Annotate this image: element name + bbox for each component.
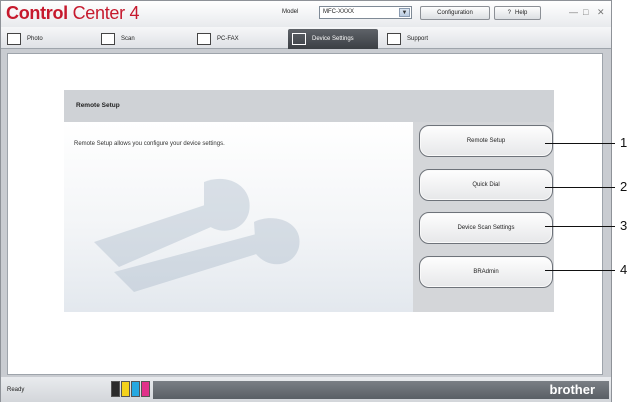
chevron-down-icon[interactable]: ▼ bbox=[399, 8, 410, 17]
tab-support-label: Support bbox=[407, 36, 429, 42]
tab-pc-fax[interactable]: PC-FAX bbox=[193, 29, 279, 49]
bradmin-label: BRAdmin bbox=[473, 269, 499, 275]
title-bar: Control Center 4 Model MFC-XXXX ▼ Config… bbox=[1, 1, 611, 27]
screenshot-stage: Control Center 4 Model MFC-XXXX ▼ Config… bbox=[0, 0, 631, 402]
section-description: Remote Setup allows you configure your d… bbox=[74, 141, 225, 147]
section-title: Remote Setup bbox=[76, 102, 120, 109]
device-scan-settings-button[interactable]: Device Scan Settings bbox=[419, 212, 553, 244]
status-bar: Ready brother bbox=[1, 377, 611, 402]
model-select-value: MFC-XXXX bbox=[323, 9, 355, 15]
tab-device-settings[interactable]: Device Settings bbox=[288, 29, 378, 49]
app-window: Control Center 4 Model MFC-XXXX ▼ Config… bbox=[0, 0, 612, 402]
tab-photo[interactable]: Photo bbox=[3, 29, 89, 49]
tab-scan[interactable]: Scan bbox=[97, 29, 183, 49]
model-label: Model bbox=[282, 9, 299, 15]
ink-black bbox=[111, 381, 120, 397]
ink-level-indicator bbox=[111, 381, 150, 397]
tab-device-settings-label: Device Settings bbox=[312, 36, 354, 42]
configuration-button[interactable]: Configuration bbox=[420, 6, 490, 20]
callout-number-3: 3 bbox=[620, 218, 628, 233]
tab-pc-fax-label: PC-FAX bbox=[217, 36, 239, 42]
ink-cyan bbox=[131, 381, 140, 397]
ink-magenta bbox=[141, 381, 150, 397]
help-icon: ? bbox=[507, 10, 511, 16]
callout-line-4 bbox=[545, 270, 615, 271]
tab-photo-label: Photo bbox=[27, 36, 43, 42]
remote-setup-button[interactable]: Remote Setup bbox=[419, 125, 553, 157]
ink-yellow bbox=[121, 381, 130, 397]
main-panel: Remote Setup Remote Setup allows you con… bbox=[7, 53, 603, 375]
bradmin-button[interactable]: BRAdmin bbox=[419, 256, 553, 288]
device-scan-settings-label: Device Scan Settings bbox=[457, 225, 515, 231]
app-logo: Control Center 4 bbox=[6, 3, 140, 24]
callout-number-2: 2 bbox=[620, 179, 628, 194]
quick-dial-label: Quick Dial bbox=[472, 182, 500, 188]
tab-bar: Photo Scan PC-FAX Device Settings Suppor… bbox=[1, 27, 611, 49]
close-icon[interactable]: ✕ bbox=[597, 7, 605, 18]
logo-text-control: Control bbox=[6, 3, 68, 23]
maximize-icon[interactable]: □ bbox=[583, 7, 588, 17]
status-text: Ready bbox=[7, 387, 25, 393]
callout-line-2 bbox=[545, 187, 615, 188]
logo-text-center: Center 4 bbox=[67, 3, 140, 23]
configuration-label: Configuration bbox=[437, 10, 473, 16]
brand-strip: brother bbox=[153, 381, 609, 399]
wrench-illustration bbox=[94, 178, 300, 292]
tab-scan-label: Scan bbox=[121, 36, 135, 42]
callout-line-1 bbox=[545, 143, 615, 144]
photo-icon bbox=[7, 33, 21, 45]
section-header: Remote Setup bbox=[64, 90, 554, 122]
quick-dial-button[interactable]: Quick Dial bbox=[419, 169, 553, 201]
callout-number-4: 4 bbox=[620, 262, 628, 277]
remote-setup-label: Remote Setup bbox=[466, 138, 506, 144]
brand-logo: brother bbox=[549, 382, 596, 397]
scanner-icon bbox=[101, 33, 115, 45]
tab-support[interactable]: Support bbox=[383, 29, 469, 49]
device-settings-icon bbox=[292, 33, 306, 45]
minimize-icon[interactable]: — bbox=[569, 7, 578, 17]
help-button[interactable]: ? Help bbox=[494, 6, 541, 20]
help-label: Help bbox=[515, 10, 528, 16]
callout-line-3 bbox=[545, 226, 615, 227]
support-icon bbox=[387, 33, 401, 45]
fax-icon bbox=[197, 33, 211, 45]
model-select[interactable]: MFC-XXXX ▼ bbox=[319, 6, 412, 19]
callout-number-1: 1 bbox=[620, 135, 628, 150]
